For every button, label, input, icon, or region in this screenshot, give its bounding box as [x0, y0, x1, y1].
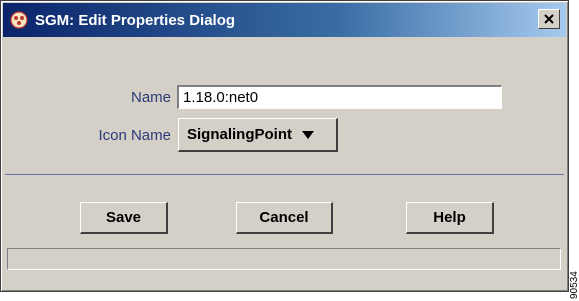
- title-bar[interactable]: SGM: Edit Properties Dialog: [3, 3, 566, 37]
- close-icon: [544, 14, 554, 24]
- triangle-down-icon: [302, 130, 314, 139]
- window-title: SGM: Edit Properties Dialog: [35, 11, 236, 29]
- separator: [5, 174, 564, 175]
- name-field[interactable]: [177, 85, 502, 109]
- icon-name-selected-value: SignalingPoint: [187, 126, 292, 143]
- status-bar: [7, 248, 561, 270]
- help-button[interactable]: Help: [406, 202, 494, 234]
- close-button[interactable]: [538, 9, 560, 29]
- save-button[interactable]: Save: [80, 202, 168, 234]
- name-label: Name: [130, 88, 171, 106]
- figure-id-label: 90534: [569, 271, 579, 299]
- cancel-button[interactable]: Cancel: [236, 202, 333, 234]
- sgm-app-icon: [9, 10, 29, 30]
- icon-name-label: Icon Name: [98, 126, 171, 144]
- icon-name-select[interactable]: SignalingPoint: [178, 118, 338, 152]
- edit-properties-dialog: SGM: Edit Properties Dialog Name Icon Na…: [0, 0, 569, 292]
